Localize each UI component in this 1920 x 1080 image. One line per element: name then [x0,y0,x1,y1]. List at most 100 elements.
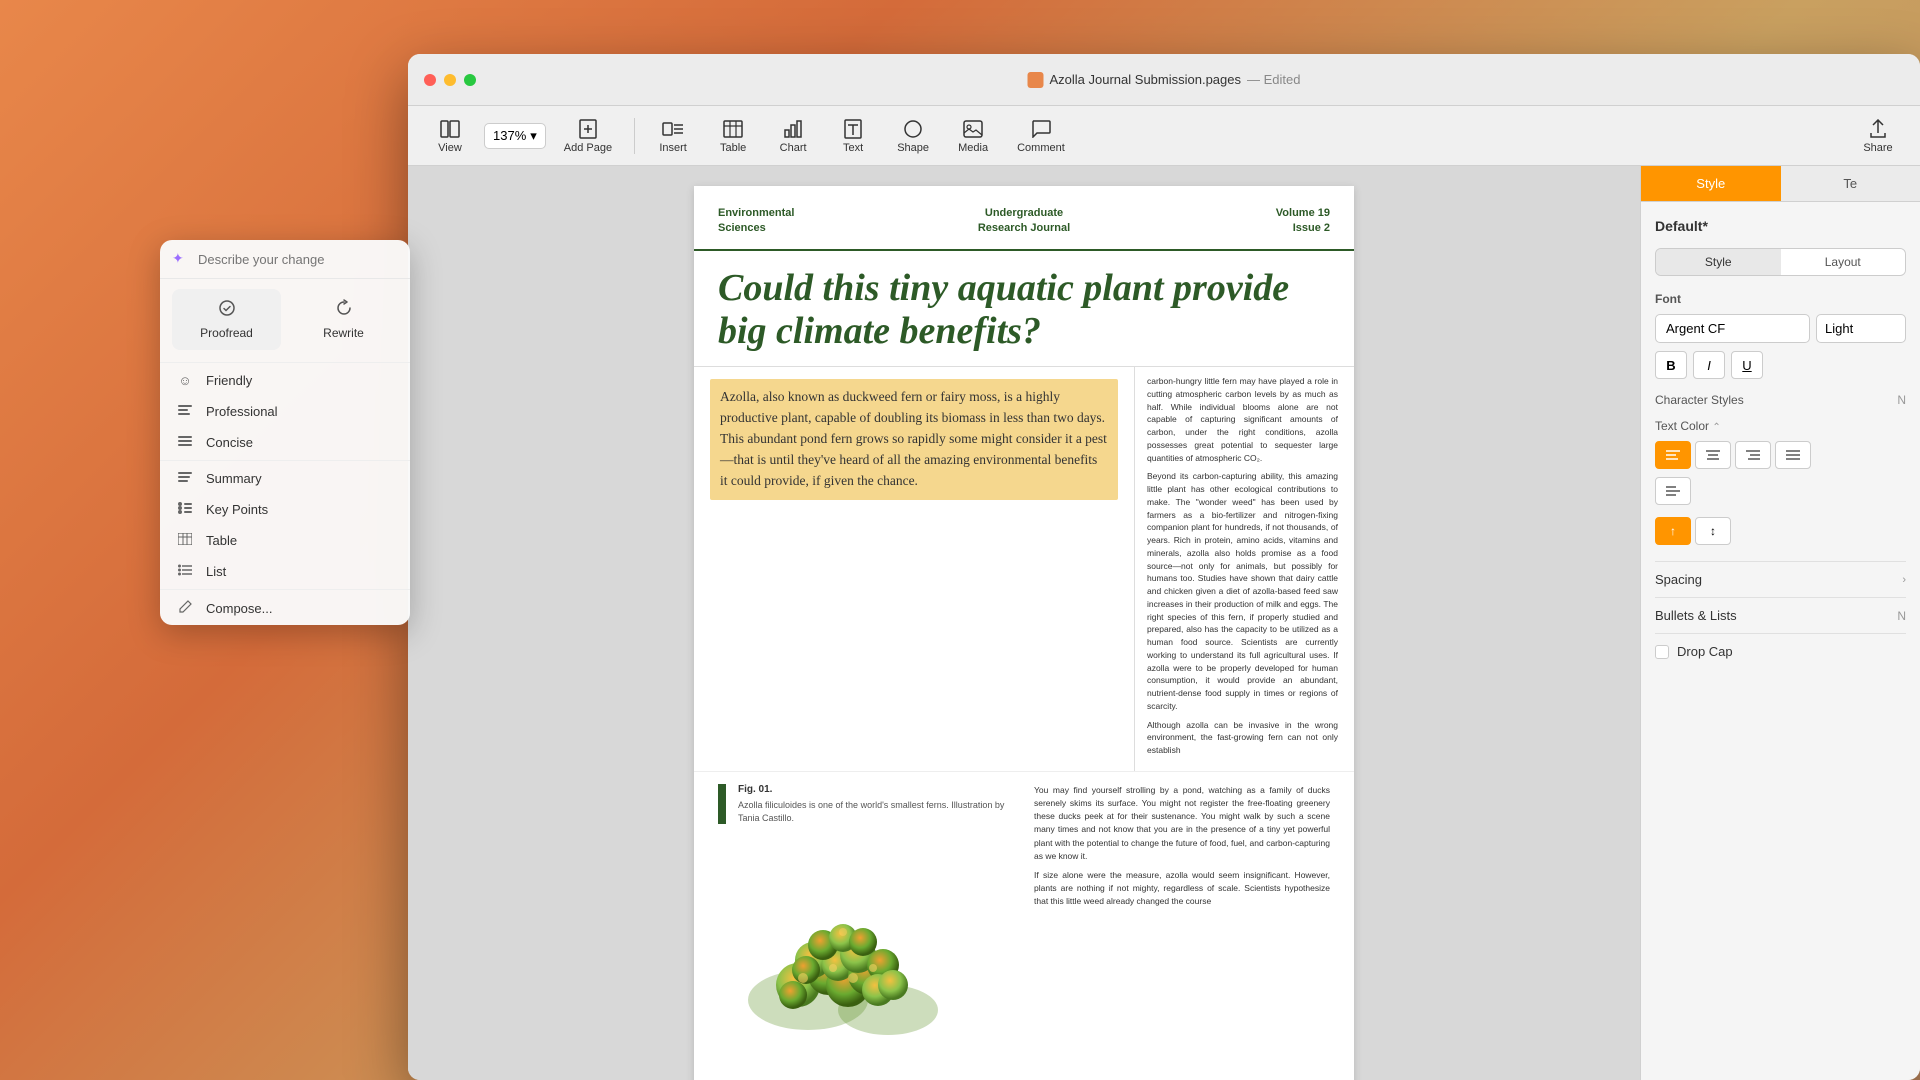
comment-button[interactable]: Comment [1007,114,1075,158]
proofread-icon [218,299,236,322]
rewrite-label: Rewrite [323,326,364,340]
article-title-area: Could this tiny aquatic plant provide bi… [694,251,1354,367]
professional-icon [176,404,194,419]
text-button[interactable]: Text [827,114,879,158]
journal-header-left: Environmental Sciences [718,206,922,237]
media-label: Media [958,142,988,154]
dropcap-label: Drop Cap [1677,644,1733,659]
menu-divider-2 [160,460,410,461]
menu-item-professional[interactable]: Professional [160,396,410,427]
share-label: Share [1863,142,1892,154]
panel-content: Default* Style Layout Font Argent CF Lig… [1641,202,1920,1080]
view-button[interactable]: View [424,114,476,158]
minimize-button[interactable] [444,74,456,86]
font-section-label: Font [1655,292,1906,306]
bullets-lists-label: Bullets & Lists [1655,608,1737,623]
journal-header-left-text: Environmental Sciences [718,206,922,237]
chart-button[interactable]: Chart [767,114,819,158]
menu-item-keypoints[interactable]: Key Points [160,494,410,525]
menu-item-summary[interactable]: Summary [160,463,410,494]
toolbar: View 137% ▾ Add Page [408,106,1920,166]
align-right-button[interactable] [1735,441,1771,469]
document-title: Azolla Journal Submission.pages [1050,72,1242,87]
zoom-value: 137% [493,128,526,143]
indent-row [1655,477,1906,505]
text-label: Text [843,142,863,154]
zoom-control[interactable]: 137% ▾ [484,123,546,149]
add-page-label: Add Page [564,142,612,154]
media-icon [962,118,984,140]
fullscreen-button[interactable] [464,74,476,86]
rewrite-button[interactable]: Rewrite [289,289,398,350]
bullets-lists-section[interactable]: Bullets & Lists N [1655,597,1906,633]
align-justify-button[interactable] [1775,441,1811,469]
menu-label-concise: Concise [206,435,253,450]
align-center-button[interactable] [1695,441,1731,469]
insert-button[interactable]: Insert [647,114,699,158]
figure-label: Fig. 01. [738,784,1018,795]
spacing-section[interactable]: Spacing › [1655,561,1906,597]
menu-label-list: List [206,564,226,579]
figure-body-text: You may find yourself strolling by a pon… [1034,784,1330,1050]
layout-tab[interactable]: Layout [1781,249,1906,275]
shape-button[interactable]: Shape [887,114,939,158]
rewrite-icon [335,299,353,322]
document-area[interactable]: Environmental Sciences Undergraduate Res… [408,166,1640,1080]
menu-item-list[interactable]: List [160,556,410,587]
text-icon [842,118,864,140]
ai-sparkle-icon: ✦ [172,250,190,268]
article-title[interactable]: Could this tiny aquatic plant provide bi… [718,267,1330,354]
tab-style[interactable]: Style [1641,166,1781,201]
spacing-chevron: › [1902,574,1906,586]
share-icon [1867,118,1889,140]
journal-header-center: Undergraduate Research Journal [922,206,1126,237]
shape-label: Shape [897,142,929,154]
menu-item-table[interactable]: Table [160,525,410,556]
ai-change-input[interactable] [198,252,398,267]
highlighted-paragraph[interactable]: Azolla, also known as duckweed fern or f… [710,379,1118,500]
valign-middle-button[interactable]: ↕ [1695,517,1731,545]
proofread-button[interactable]: Proofread [172,289,281,350]
valign-row: ↑ ↕ [1655,517,1906,545]
dropcap-row: Drop Cap [1655,633,1906,669]
bullets-lists-value: N [1897,609,1906,623]
bold-button[interactable]: B [1655,351,1687,379]
font-name-input[interactable]: Argent CF [1655,314,1810,343]
font-selector: Argent CF Light [1655,314,1906,343]
add-page-button[interactable]: Add Page [554,114,622,158]
highlighted-text: Azolla, also known as duckweed fern or f… [720,387,1108,492]
underline-button[interactable]: U [1731,351,1763,379]
ai-input-row: ✦ [160,240,410,279]
align-left-button[interactable] [1655,441,1691,469]
article-body: Azolla, also known as duckweed fern or f… [694,367,1354,771]
menu-label-keypoints: Key Points [206,502,268,517]
insert-icon [662,118,684,140]
media-button[interactable]: Media [947,114,999,158]
main-area: Environmental Sciences Undergraduate Res… [408,166,1920,1080]
table-icon [722,118,744,140]
journal-header-center-text: Undergraduate Research Journal [922,206,1126,237]
valign-top-button[interactable]: ↑ [1655,517,1691,545]
menu-item-concise[interactable]: Concise [160,427,410,458]
compose-icon [176,600,194,617]
menu-label-friendly: Friendly [206,373,252,388]
list-icon [176,564,194,579]
text-color-chevron: ⌃ [1712,422,1720,433]
tab-text[interactable]: Te [1781,166,1920,201]
close-button[interactable] [424,74,436,86]
summary-icon [176,471,194,486]
table-button[interactable]: Table [707,114,759,158]
keypoints-icon [176,502,194,517]
menu-item-compose[interactable]: Compose... [160,592,410,625]
font-style-input[interactable]: Light [1816,314,1906,343]
dropcap-checkbox[interactable] [1655,645,1669,659]
chart-label: Chart [780,142,807,154]
style-tab[interactable]: Style [1656,249,1781,275]
italic-button[interactable]: I [1693,351,1725,379]
menu-item-friendly[interactable]: ☺ Friendly [160,365,410,396]
sidebar-text-2: Beyond its carbon-capturing ability, thi… [1147,470,1338,712]
indent-decrease-button[interactable] [1655,477,1691,505]
share-button[interactable]: Share [1852,114,1904,158]
journal-header-right-text: Volume 19 Issue 2 [1126,206,1330,237]
menu-table-icon [176,533,194,548]
